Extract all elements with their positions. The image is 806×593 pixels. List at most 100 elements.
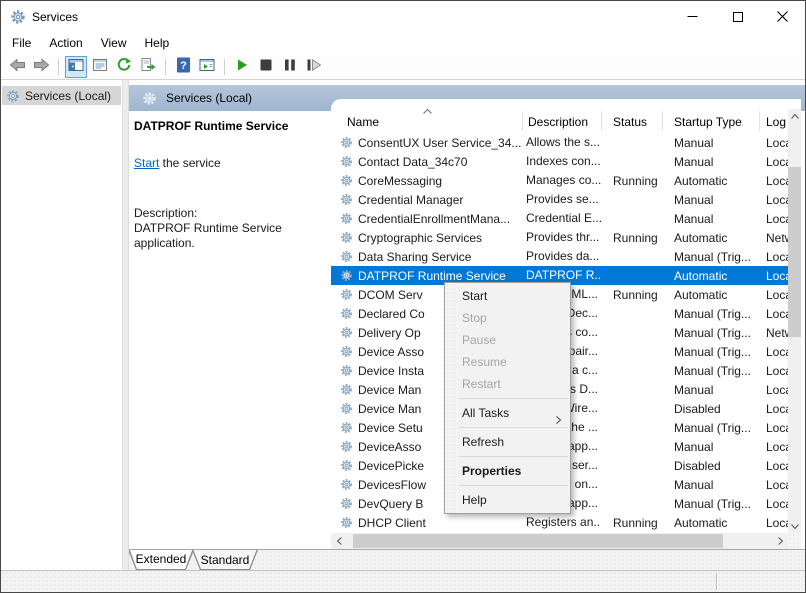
cell-name: CoreMessaging: [340, 171, 522, 190]
action-suffix: the service: [159, 156, 220, 170]
menu-separator: [458, 456, 568, 457]
cell-status: [601, 380, 662, 399]
cell-startup-type: Automatic: [662, 513, 759, 532]
column-header-startup[interactable]: Startup Type: [674, 115, 760, 129]
pause-service-button[interactable]: [279, 56, 301, 78]
tree-item-services-local[interactable]: Services (Local): [2, 86, 121, 105]
forward-button[interactable]: [30, 56, 52, 78]
menubar: FileActionViewHelp: [1, 32, 805, 54]
context-menu-item-help[interactable]: Help: [445, 489, 570, 511]
cell-status: [601, 399, 662, 418]
show-console-tree-button[interactable]: [65, 56, 87, 78]
cell-log-on-as: Loca: [759, 361, 788, 380]
context-menu-item-refresh[interactable]: Refresh: [445, 431, 570, 453]
main-header-label: Services (Local): [166, 91, 252, 105]
start-service-icon: [235, 58, 249, 75]
cell-description: Provides thr...: [522, 228, 601, 247]
cell-status: [601, 304, 662, 323]
start-service-link[interactable]: Start: [134, 156, 159, 170]
service-row[interactable]: Credential ManagerProvides se...ManualLo…: [331, 190, 788, 209]
menu-help[interactable]: Help: [136, 33, 179, 53]
scroll-up-icon[interactable]: [788, 109, 801, 123]
vertical-scroll-thumb[interactable]: [788, 167, 801, 337]
cell-startup-type: Manual: [662, 133, 759, 152]
scroll-down-icon[interactable]: [788, 519, 801, 533]
service-gear-icon: [340, 497, 353, 510]
service-row[interactable]: ConsentUX User Service_34...Allows the s…: [331, 133, 788, 152]
scroll-right-icon[interactable]: [772, 533, 788, 549]
description-text: DATPROF Runtime Service application.: [134, 221, 314, 251]
service-row[interactable]: CoreMessagingManages co...RunningAutomat…: [331, 171, 788, 190]
horizontal-scroll-thumb[interactable]: [353, 534, 723, 548]
show-action-pane-icon: [199, 57, 215, 76]
column-header-logon[interactable]: Log: [766, 115, 788, 129]
service-row[interactable]: DHCP ClientRegisters an...RunningAutomat…: [331, 513, 788, 532]
service-gear-icon: [340, 440, 353, 453]
cell-status: [601, 247, 662, 266]
list-header: Name Description Status Startup Type Log: [331, 99, 801, 133]
show-action-pane-button[interactable]: [196, 56, 218, 78]
cell-startup-type: Manual (Trig...: [662, 494, 759, 513]
cell-startup-type: Automatic: [662, 285, 759, 304]
restart-service-button[interactable]: [303, 56, 325, 78]
cell-description: Provides se...: [522, 190, 601, 209]
service-row[interactable]: Contact Data_34c70Indexes con...ManualLo…: [331, 152, 788, 171]
service-description: Description: DATPROF Runtime Service app…: [134, 206, 314, 251]
tab-extended[interactable]: Extended: [129, 550, 194, 570]
export-list-button[interactable]: [137, 56, 159, 78]
forward-icon: [33, 57, 50, 76]
cell-log-on-as: Loca: [759, 437, 788, 456]
stop-service-icon: [260, 59, 272, 74]
cell-startup-type: Automatic: [662, 266, 759, 285]
column-header-description[interactable]: Description: [528, 115, 600, 129]
service-gear-icon: [340, 136, 353, 149]
svg-text:?: ?: [180, 60, 187, 72]
cell-status: Running: [601, 285, 662, 304]
horizontal-scrollbar[interactable]: [331, 533, 788, 549]
menu-action[interactable]: Action: [40, 33, 91, 53]
menu-view[interactable]: View: [92, 33, 136, 53]
context-menu-item-start[interactable]: Start: [445, 285, 570, 307]
console-area: Services (Local) Services (Local) DATPRO…: [1, 80, 805, 570]
minimize-button[interactable]: [670, 1, 715, 32]
service-gear-icon: [340, 459, 353, 472]
column-header-status[interactable]: Status: [613, 115, 665, 129]
back-button[interactable]: [6, 56, 28, 78]
context-menu-item-properties[interactable]: Properties: [445, 460, 570, 482]
pause-service-icon: [284, 59, 296, 74]
properties-button[interactable]: [89, 56, 111, 78]
service-row[interactable]: Cryptographic ServicesProvides thr...Run…: [331, 228, 788, 247]
cell-name: Cryptographic Services: [340, 228, 522, 247]
help-button[interactable]: ?: [172, 56, 194, 78]
service-gear-icon: [340, 364, 353, 377]
service-gear-icon: [340, 155, 353, 168]
vertical-scrollbar[interactable]: [788, 109, 801, 533]
cell-status: [601, 342, 662, 361]
scroll-left-icon[interactable]: [331, 533, 347, 549]
service-row[interactable]: Data Sharing ServiceProvides da...Manual…: [331, 247, 788, 266]
tab-standard[interactable]: Standard: [192, 550, 258, 570]
cell-status: [601, 475, 662, 494]
column-header-name[interactable]: Name: [347, 115, 517, 129]
cell-startup-type: Manual (Trig...: [662, 304, 759, 323]
service-gear-icon: [340, 288, 353, 301]
properties-icon: [92, 57, 108, 76]
service-row[interactable]: CredentialEnrollmentMana...Credential E.…: [331, 209, 788, 228]
context-menu-item-all-tasks[interactable]: All Tasks: [445, 402, 570, 424]
cell-status: [601, 437, 662, 456]
close-button[interactable]: [760, 1, 805, 32]
menu-file[interactable]: File: [3, 33, 40, 53]
cell-status: [601, 456, 662, 475]
cell-status: [601, 266, 662, 285]
refresh-button[interactable]: [113, 56, 135, 78]
status-bar-divider: [716, 573, 718, 590]
cell-status: [601, 361, 662, 380]
cell-log-on-as: Loca: [759, 133, 788, 152]
start-service-button[interactable]: [231, 56, 253, 78]
cell-startup-type: Manual (Trig...: [662, 418, 759, 437]
context-menu: StartStopPauseResumeRestartAll TasksRefr…: [444, 282, 571, 514]
maximize-button[interactable]: [715, 1, 760, 32]
stop-service-button[interactable]: [255, 56, 277, 78]
tree-splitter[interactable]: [122, 80, 129, 570]
status-bar: [1, 570, 805, 592]
